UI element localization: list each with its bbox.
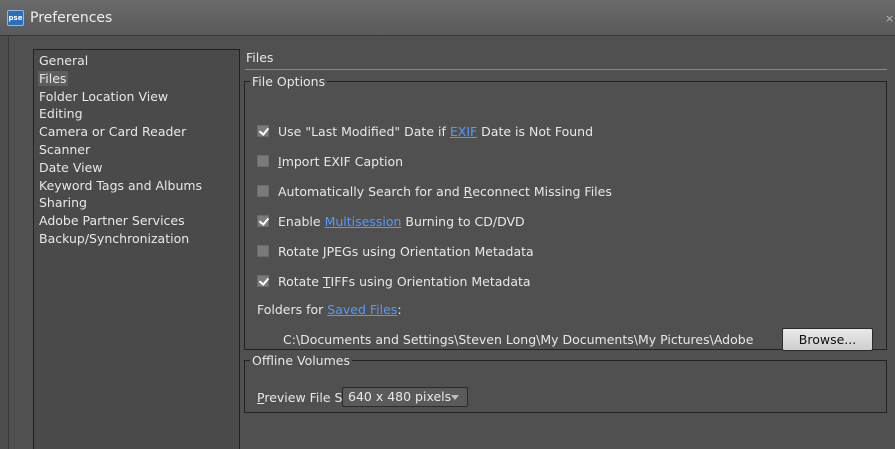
title-bar[interactable]: pse Preferences × <box>0 0 895 36</box>
sidebar-item-date-view[interactable]: Date View <box>34 159 239 177</box>
sidebar-item-camera-or-card-reader[interactable]: Camera or Card Reader <box>34 123 239 141</box>
sidebar-item-files[interactable]: Files <box>34 70 239 88</box>
file-options-legend: File Options <box>252 74 326 89</box>
sidebar-item-sharing[interactable]: Sharing <box>34 194 239 212</box>
browse-button[interactable]: Browse... <box>782 328 873 351</box>
import-exif-caption-checkbox[interactable] <box>257 155 269 167</box>
multisession-link[interactable]: Multisession <box>325 214 402 229</box>
exif-link[interactable]: EXIF <box>450 124 477 139</box>
auto-reconnect-option[interactable]: Automatically Search for and Reconnect M… <box>257 182 612 200</box>
last-modified-date-option[interactable]: Use "Last Modified" Date if EXIF Date is… <box>257 122 593 140</box>
folders-for-saved-files-label: Folders for Saved Files: <box>257 302 402 317</box>
rotate-jpegs-checkbox[interactable] <box>257 245 269 257</box>
multisession-burning-option[interactable]: Enable Multisession Burning to CD/DVD <box>257 212 525 230</box>
page-title: Files <box>246 50 274 65</box>
sidebar-item-keyword-tags-and-albums[interactable]: Keyword Tags and Albums <box>34 177 239 195</box>
sidebar-item-general[interactable]: General <box>34 52 239 70</box>
import-exif-caption-option[interactable]: Import EXIF Caption <box>257 152 403 170</box>
offline-volumes-group: Offline Volumes Preview File Size: 640 x… <box>244 353 887 413</box>
last-modified-date-checkbox[interactable] <box>257 125 269 137</box>
sidebar-item-adobe-partner-services[interactable]: Adobe Partner Services <box>34 212 239 230</box>
preview-file-size-select[interactable]: 640 x 480 pixels <box>342 387 468 407</box>
sidebar-item-folder-location-view[interactable]: Folder Location View <box>34 88 239 106</box>
rotate-jpegs-option[interactable]: Rotate J PEGs using Orientation Metadata <box>257 242 534 260</box>
sidebar-item-backup-synchronization[interactable]: Backup/Synchronization <box>34 230 239 248</box>
rotate-tiffs-checkbox[interactable] <box>257 275 269 287</box>
sidebar-item-scanner[interactable]: Scanner <box>34 141 239 159</box>
sidebar-item-editing[interactable]: Editing <box>34 105 239 123</box>
saved-files-link[interactable]: Saved Files <box>327 302 397 317</box>
dialog-body: General Files Folder Location View Editi… <box>8 36 895 449</box>
file-options-group: File Options Use "Last Modified" Date if… <box>244 74 887 351</box>
multisession-burning-checkbox[interactable] <box>257 215 269 227</box>
window-title: Preferences <box>30 10 113 26</box>
saved-files-path: C:\Documents and Settings\Steven Long\My… <box>283 332 754 347</box>
preferences-window: pse Preferences × General Files Folder L… <box>0 0 895 449</box>
preferences-category-list[interactable]: General Files Folder Location View Editi… <box>33 49 240 449</box>
close-icon[interactable]: × <box>885 12 894 25</box>
section-divider <box>245 69 887 70</box>
chevron-down-icon <box>451 395 459 400</box>
offline-volumes-legend: Offline Volumes <box>252 353 350 368</box>
auto-reconnect-checkbox[interactable] <box>257 185 269 197</box>
rotate-tiffs-option[interactable]: Rotate T IFFs using Orientation Metadata <box>257 272 531 290</box>
photoshop-elements-app-icon: pse <box>7 10 24 26</box>
